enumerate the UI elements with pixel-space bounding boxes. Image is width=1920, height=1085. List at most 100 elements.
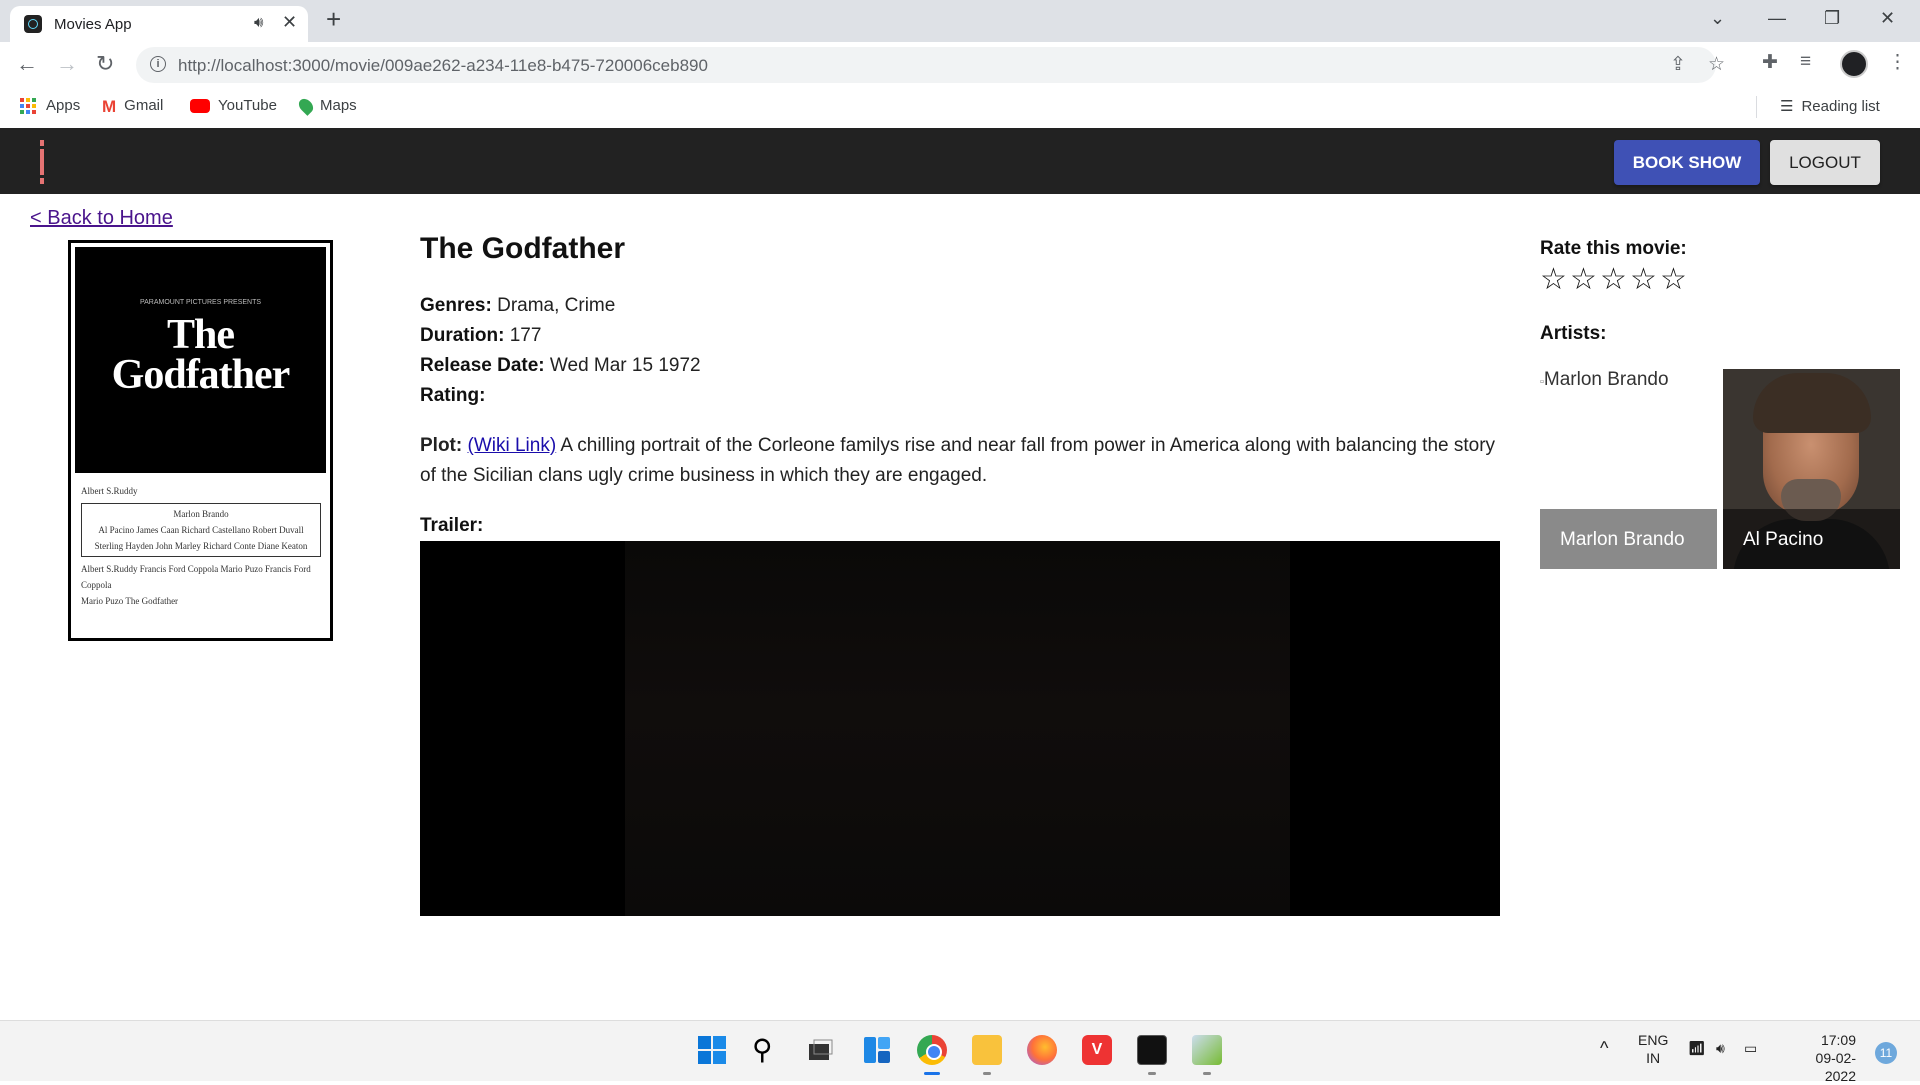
poster-star: Marlon Brando: [173, 509, 229, 519]
rating-label: Rating:: [420, 385, 486, 406]
new-tab-button[interactable]: +: [326, 4, 341, 35]
app-logo-icon[interactable]: [38, 140, 46, 184]
address-bar[interactable]: i http://localhost:3000/movie/009ae262-a…: [136, 47, 1725, 83]
minimize-button[interactable]: —: [1768, 8, 1786, 29]
url-text[interactable]: http://localhost:3000/movie/009ae262-a23…: [178, 56, 708, 76]
site-info-icon[interactable]: i: [150, 56, 166, 72]
genres-label: Genres:: [420, 295, 492, 316]
back-to-home-link[interactable]: < Back to Home: [30, 207, 173, 230]
close-tab-icon[interactable]: ✕: [282, 12, 297, 33]
back-arrow-icon[interactable]: ←: [16, 51, 38, 77]
windows-taskbar: ⚲ V ^ ENG IN 📶︎ 🔊︎ ▭ 17:09 09-02-2022 11: [0, 1020, 1920, 1084]
bookmark-maps[interactable]: Maps: [296, 96, 357, 116]
plot-paragraph: Plot: (Wiki Link) A chilling portrait of…: [420, 431, 1510, 491]
bookmark-youtube[interactable]: YouTube: [190, 97, 277, 114]
bookmarks-bar: Apps M Gmail YouTube Maps ☰ Reading list: [0, 88, 1920, 129]
profile-avatar[interactable]: [1840, 50, 1868, 78]
speaker-icon[interactable]: 🔊︎: [254, 14, 263, 31]
poster-cast-box: Marlon Brando Al Pacino James Caan Richa…: [81, 503, 321, 557]
bookmark-maps-label: Maps: [320, 97, 357, 114]
reload-icon[interactable]: ↻: [96, 51, 114, 77]
battery-icon[interactable]: ▭: [1744, 1039, 1757, 1057]
browser-tab[interactable]: Movies App 🔊︎ ✕: [10, 6, 308, 42]
share-icon[interactable]: ⇪: [1670, 53, 1686, 76]
star-icon[interactable]: ☆: [1540, 262, 1570, 297]
artist-name: Marlon Brando: [1560, 529, 1685, 550]
artist-name: Al Pacino: [1743, 529, 1824, 550]
duration-line: Duration: 177: [420, 325, 541, 347]
poster-credits-row: Albert S.Ruddy Francis Ford Coppola Mari…: [81, 564, 311, 590]
star-icon[interactable]: ☆: [1600, 262, 1630, 297]
apps-grid-icon: [20, 98, 36, 115]
poster-title: The Godfather: [75, 314, 326, 396]
restore-button[interactable]: ❐: [1824, 8, 1840, 29]
artist-tile[interactable]: ▫Marlon Brando Marlon Brando: [1540, 369, 1717, 569]
release-date-label: Release Date:: [420, 355, 545, 376]
firefox-icon[interactable]: [1027, 1035, 1057, 1065]
star-icon[interactable]: ☆: [1660, 262, 1690, 297]
running-app-indicator: [1148, 1072, 1156, 1075]
trailer-video-player[interactable]: [420, 541, 1500, 916]
release-date-line: Release Date: Wed Mar 15 1972: [420, 355, 701, 377]
close-window-button[interactable]: ✕: [1880, 8, 1895, 29]
genres-value: Drama, Crime: [497, 295, 616, 316]
plot-text: A chilling portrait of the Corleone fami…: [420, 435, 1496, 486]
rating-line: Rating:: [420, 385, 485, 407]
wifi-icon[interactable]: 📶︎: [1688, 1039, 1706, 1057]
artist-tile[interactable]: Al Pacino: [1723, 369, 1900, 569]
search-icon[interactable]: ⚲: [752, 1035, 782, 1065]
poster-credits-row: Mario Puzo The Godfather: [81, 596, 179, 606]
vivaldi-icon[interactable]: V: [1082, 1035, 1112, 1065]
menu-dots-icon[interactable]: ⋮: [1888, 51, 1907, 74]
windows-start-icon[interactable]: [697, 1035, 727, 1065]
maps-pin-icon: [296, 96, 316, 116]
bookmark-apps[interactable]: Apps: [20, 97, 80, 115]
poster-cast-row: Al Pacino James Caan Richard Castellano …: [98, 525, 304, 535]
tab-title: Movies App: [54, 16, 132, 33]
running-app-indicator: [983, 1072, 991, 1075]
movie-poster: PARAMOUNT PICTURES PRESENTS The Godfathe…: [68, 240, 333, 641]
gmail-icon: M: [102, 97, 117, 117]
star-icon[interactable]: ☆: [1570, 262, 1600, 297]
terminal-icon[interactable]: [1137, 1035, 1167, 1065]
bookmark-star-icon[interactable]: ☆: [1708, 53, 1725, 76]
widgets-icon[interactable]: [862, 1035, 892, 1065]
active-app-indicator: [924, 1072, 940, 1075]
media-control-icon[interactable]: ≡: [1800, 51, 1811, 73]
tab-search-icon[interactable]: ⌄: [1710, 8, 1725, 29]
book-show-button[interactable]: BOOK SHOW: [1614, 140, 1760, 185]
trailer-label: Trailer:: [420, 515, 484, 536]
clock-date: 09-02-2022: [1815, 1050, 1856, 1084]
language-indicator[interactable]: ENG IN: [1638, 1031, 1668, 1067]
poster-studio: PARAMOUNT PICTURES PRESENTS: [139, 299, 262, 306]
artist-image-alt-text: Marlon Brando: [1543, 369, 1669, 390]
clock[interactable]: 17:09 09-02-2022: [1786, 1031, 1856, 1085]
bookmark-gmail[interactable]: M Gmail: [102, 97, 163, 117]
duration-value: 177: [509, 325, 542, 346]
forward-arrow-icon[interactable]: →: [56, 51, 78, 77]
youtube-icon: [190, 99, 210, 114]
extensions-icon[interactable]: ✚: [1762, 51, 1778, 74]
notification-count-badge[interactable]: 11: [1875, 1042, 1897, 1064]
poster-credits: Albert S.Ruddy Marlon Brando Al Pacino J…: [81, 483, 321, 609]
language-line1: ENG: [1638, 1032, 1669, 1048]
photo-app-icon[interactable]: [1192, 1035, 1222, 1065]
logout-button[interactable]: LOGOUT: [1770, 140, 1880, 185]
file-explorer-icon[interactable]: [972, 1035, 1002, 1065]
poster-producer: Albert S.Ruddy: [81, 486, 138, 496]
chrome-icon[interactable]: [917, 1035, 947, 1065]
release-date-value: Wed Mar 15 1972: [549, 355, 701, 376]
reading-list-icon: ☰: [1780, 98, 1794, 115]
wiki-link[interactable]: (Wiki Link): [468, 435, 557, 456]
browser-tabstrip: Movies App 🔊︎ ✕ + ⌄ — ❐ ✕: [0, 0, 1920, 42]
reading-list-button[interactable]: ☰ Reading list: [1780, 97, 1880, 115]
react-favicon-icon: [24, 15, 42, 33]
task-view-icon[interactable]: [806, 1035, 836, 1065]
tray-chevron-up-icon[interactable]: ^: [1600, 1039, 1608, 1057]
volume-icon[interactable]: 🔊︎: [1716, 1039, 1725, 1057]
star-icon[interactable]: ☆: [1630, 262, 1660, 297]
duration-label: Duration:: [420, 325, 505, 346]
movie-title: The Godfather: [420, 232, 626, 265]
poster-cast-row: Sterling Hayden John Marley Richard Cont…: [94, 541, 308, 551]
plot-label: Plot:: [420, 435, 463, 456]
